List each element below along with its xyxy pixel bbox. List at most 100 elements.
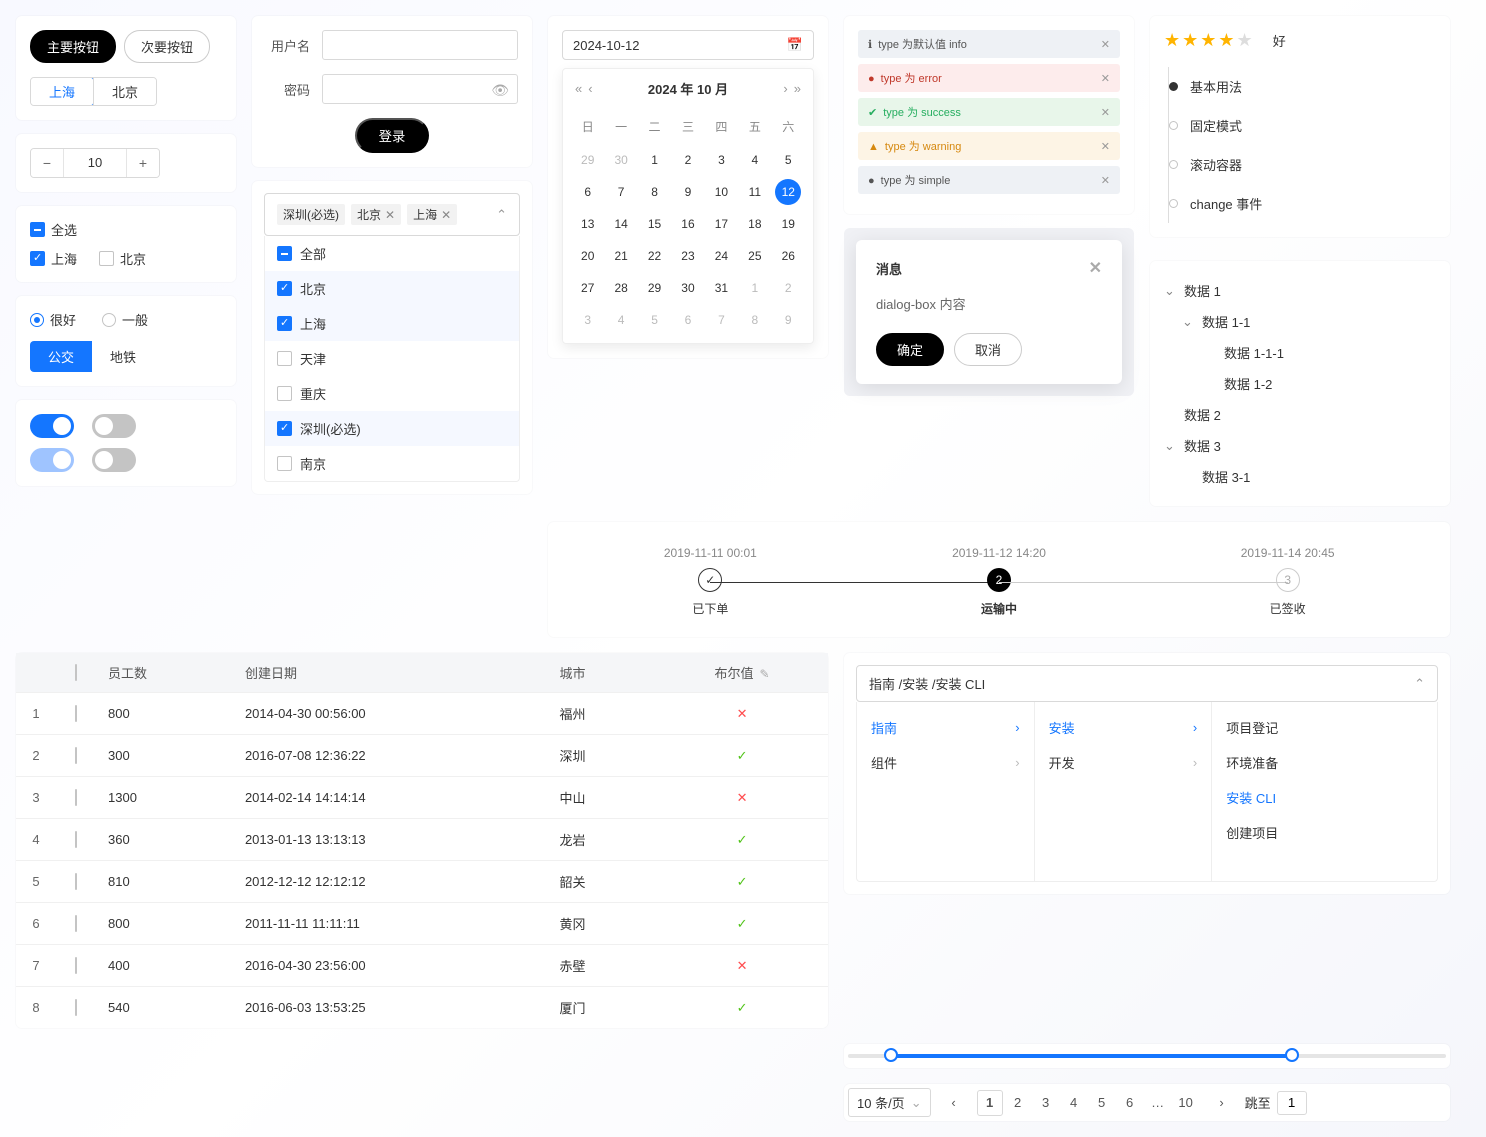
cal-day[interactable]: 16 bbox=[675, 211, 701, 237]
table-row[interactable]: 23002016-07-08 12:36:22深圳✓ bbox=[16, 735, 828, 777]
increment-button[interactable]: + bbox=[127, 149, 159, 177]
pager-page[interactable]: 10 bbox=[1173, 1090, 1199, 1116]
cal-day[interactable]: 19 bbox=[775, 211, 801, 237]
cal-day[interactable]: 24 bbox=[708, 243, 734, 269]
table-row[interactable]: 68002011-11-11 11:11:11黄冈✓ bbox=[16, 903, 828, 945]
ms-item[interactable]: 天津 bbox=[265, 341, 519, 376]
cal-day[interactable]: 14 bbox=[608, 211, 634, 237]
cal-day[interactable]: 4 bbox=[742, 147, 768, 173]
pager-prev-icon[interactable]: ‹ bbox=[941, 1090, 967, 1116]
row-checkbox[interactable] bbox=[75, 915, 77, 932]
login-button[interactable]: 登录 bbox=[355, 118, 430, 153]
checkbox-beijing[interactable]: 北京 bbox=[99, 249, 146, 268]
tree-caret-icon[interactable]: ⌄ bbox=[1182, 314, 1196, 330]
edit-icon[interactable]: ✎ bbox=[760, 667, 770, 681]
range-slider[interactable] bbox=[848, 1054, 1446, 1058]
checkbox-shanghai[interactable]: 上海 bbox=[30, 249, 77, 268]
secondary-button[interactable]: 次要按钮 bbox=[124, 30, 210, 63]
ms-item[interactable]: 北京 bbox=[265, 271, 519, 306]
page-size-select[interactable]: 10 条/页⌄ bbox=[848, 1088, 931, 1117]
dialog-ok-button[interactable]: 确定 bbox=[876, 333, 944, 366]
pager-page[interactable]: 3 bbox=[1033, 1090, 1059, 1116]
alert-close-icon[interactable]: ✕ bbox=[1101, 38, 1110, 51]
ms-item[interactable]: 上海 bbox=[265, 306, 519, 341]
pager-page[interactable]: 2 bbox=[1005, 1090, 1031, 1116]
cascader-input[interactable]: 指南 /安装 /安装 CLI ⌃ bbox=[856, 665, 1438, 702]
tree-node[interactable]: ⌄数据 1-1 bbox=[1164, 306, 1436, 337]
cal-day[interactable]: 12 bbox=[775, 179, 801, 205]
cascader-item[interactable]: 安装› bbox=[1035, 710, 1212, 745]
tree-node[interactable]: 数据 1-1-1 bbox=[1164, 337, 1436, 368]
pager-jump-input[interactable] bbox=[1277, 1091, 1307, 1115]
cal-day[interactable]: 29 bbox=[642, 275, 668, 301]
cal-day[interactable]: 27 bbox=[575, 275, 601, 301]
col-created[interactable]: 创建日期 bbox=[233, 653, 548, 693]
cal-day[interactable]: 3 bbox=[575, 307, 601, 333]
switch-2[interactable] bbox=[92, 414, 136, 438]
rate-stars[interactable]: ★★★★★ bbox=[1164, 30, 1255, 51]
row-checkbox[interactable] bbox=[75, 957, 77, 974]
cal-day[interactable]: 9 bbox=[675, 179, 701, 205]
cal-day[interactable]: 20 bbox=[575, 243, 601, 269]
tree-node[interactable]: ⌄数据 1 bbox=[1164, 275, 1436, 306]
tree-caret-icon[interactable]: ⌄ bbox=[1164, 283, 1178, 299]
chevron-up-icon[interactable]: ⌃ bbox=[1414, 676, 1425, 692]
tree-caret-icon[interactable]: ⌄ bbox=[1164, 438, 1178, 454]
radio-good[interactable]: 很好 bbox=[30, 310, 76, 329]
cal-day[interactable]: 1 bbox=[742, 275, 768, 301]
cal-day[interactable]: 15 bbox=[642, 211, 668, 237]
anchor-item[interactable]: 基本用法 bbox=[1169, 67, 1436, 106]
anchor-item[interactable]: 滚动容器 bbox=[1169, 145, 1436, 184]
pager-page[interactable]: 5 bbox=[1089, 1090, 1115, 1116]
number-value[interactable]: 10 bbox=[63, 149, 127, 177]
cal-day[interactable]: 22 bbox=[642, 243, 668, 269]
pager-page[interactable]: 6 bbox=[1117, 1090, 1143, 1116]
col-emp[interactable]: 员工数 bbox=[96, 653, 233, 693]
cal-next-year-icon[interactable]: » bbox=[794, 81, 801, 96]
cal-day[interactable]: 1 bbox=[642, 147, 668, 173]
cal-day[interactable]: 23 bbox=[675, 243, 701, 269]
cal-day[interactable]: 31 bbox=[708, 275, 734, 301]
cal-day[interactable]: 10 bbox=[708, 179, 734, 205]
cal-day[interactable]: 29 bbox=[575, 147, 601, 173]
cal-day[interactable]: 28 bbox=[608, 275, 634, 301]
cal-prev-year-icon[interactable]: « bbox=[575, 81, 582, 96]
cal-prev-month-icon[interactable]: ‹ bbox=[588, 81, 592, 96]
row-checkbox[interactable] bbox=[75, 705, 77, 722]
anchor-item[interactable]: change 事件 bbox=[1169, 184, 1436, 223]
cal-day[interactable]: 3 bbox=[708, 147, 734, 173]
pill-bus[interactable]: 公交 bbox=[30, 341, 92, 372]
cal-day[interactable]: 17 bbox=[708, 211, 734, 237]
ms-item[interactable]: 重庆 bbox=[265, 376, 519, 411]
cal-day[interactable]: 11 bbox=[742, 179, 768, 205]
pager-page[interactable]: 4 bbox=[1061, 1090, 1087, 1116]
cal-day[interactable]: 4 bbox=[608, 307, 634, 333]
alert-close-icon[interactable]: ✕ bbox=[1101, 174, 1110, 187]
cascader-item[interactable]: 安装 CLI bbox=[1212, 780, 1437, 815]
table-row[interactable]: 58102012-12-12 12:12:12韶关✓ bbox=[16, 861, 828, 903]
table-row[interactable]: 313002014-02-14 14:14:14中山✕ bbox=[16, 777, 828, 819]
multiselect-input[interactable]: 深圳(必选)北京 ✕上海 ✕ ⌃ bbox=[264, 193, 520, 236]
tab-beijing[interactable]: 北京 bbox=[93, 78, 156, 105]
password-input[interactable]: 👁 bbox=[322, 74, 518, 104]
cal-day[interactable]: 13 bbox=[575, 211, 601, 237]
dialog-close-icon[interactable]: ✕ bbox=[1089, 258, 1102, 278]
pager-page[interactable]: 1 bbox=[977, 1090, 1003, 1116]
cal-day[interactable]: 30 bbox=[675, 275, 701, 301]
chevron-up-icon[interactable]: ⌃ bbox=[496, 207, 507, 223]
cal-day[interactable]: 30 bbox=[608, 147, 634, 173]
col-city[interactable]: 城市 bbox=[547, 653, 656, 693]
cal-day[interactable]: 7 bbox=[708, 307, 734, 333]
cal-next-month-icon[interactable]: › bbox=[783, 81, 787, 96]
radio-normal[interactable]: 一般 bbox=[102, 310, 148, 329]
pager-next-icon[interactable]: › bbox=[1209, 1090, 1235, 1116]
cal-day[interactable]: 26 bbox=[775, 243, 801, 269]
switch-3[interactable] bbox=[30, 448, 74, 472]
slider-thumb-min[interactable] bbox=[884, 1048, 898, 1062]
date-input[interactable]: 2024-10-12 📅 bbox=[562, 30, 814, 60]
pill-metro[interactable]: 地铁 bbox=[92, 341, 154, 372]
cal-day[interactable]: 2 bbox=[675, 147, 701, 173]
alert-close-icon[interactable]: ✕ bbox=[1101, 72, 1110, 85]
tag-remove-icon[interactable]: ✕ bbox=[385, 208, 395, 222]
alert-close-icon[interactable]: ✕ bbox=[1101, 140, 1110, 153]
